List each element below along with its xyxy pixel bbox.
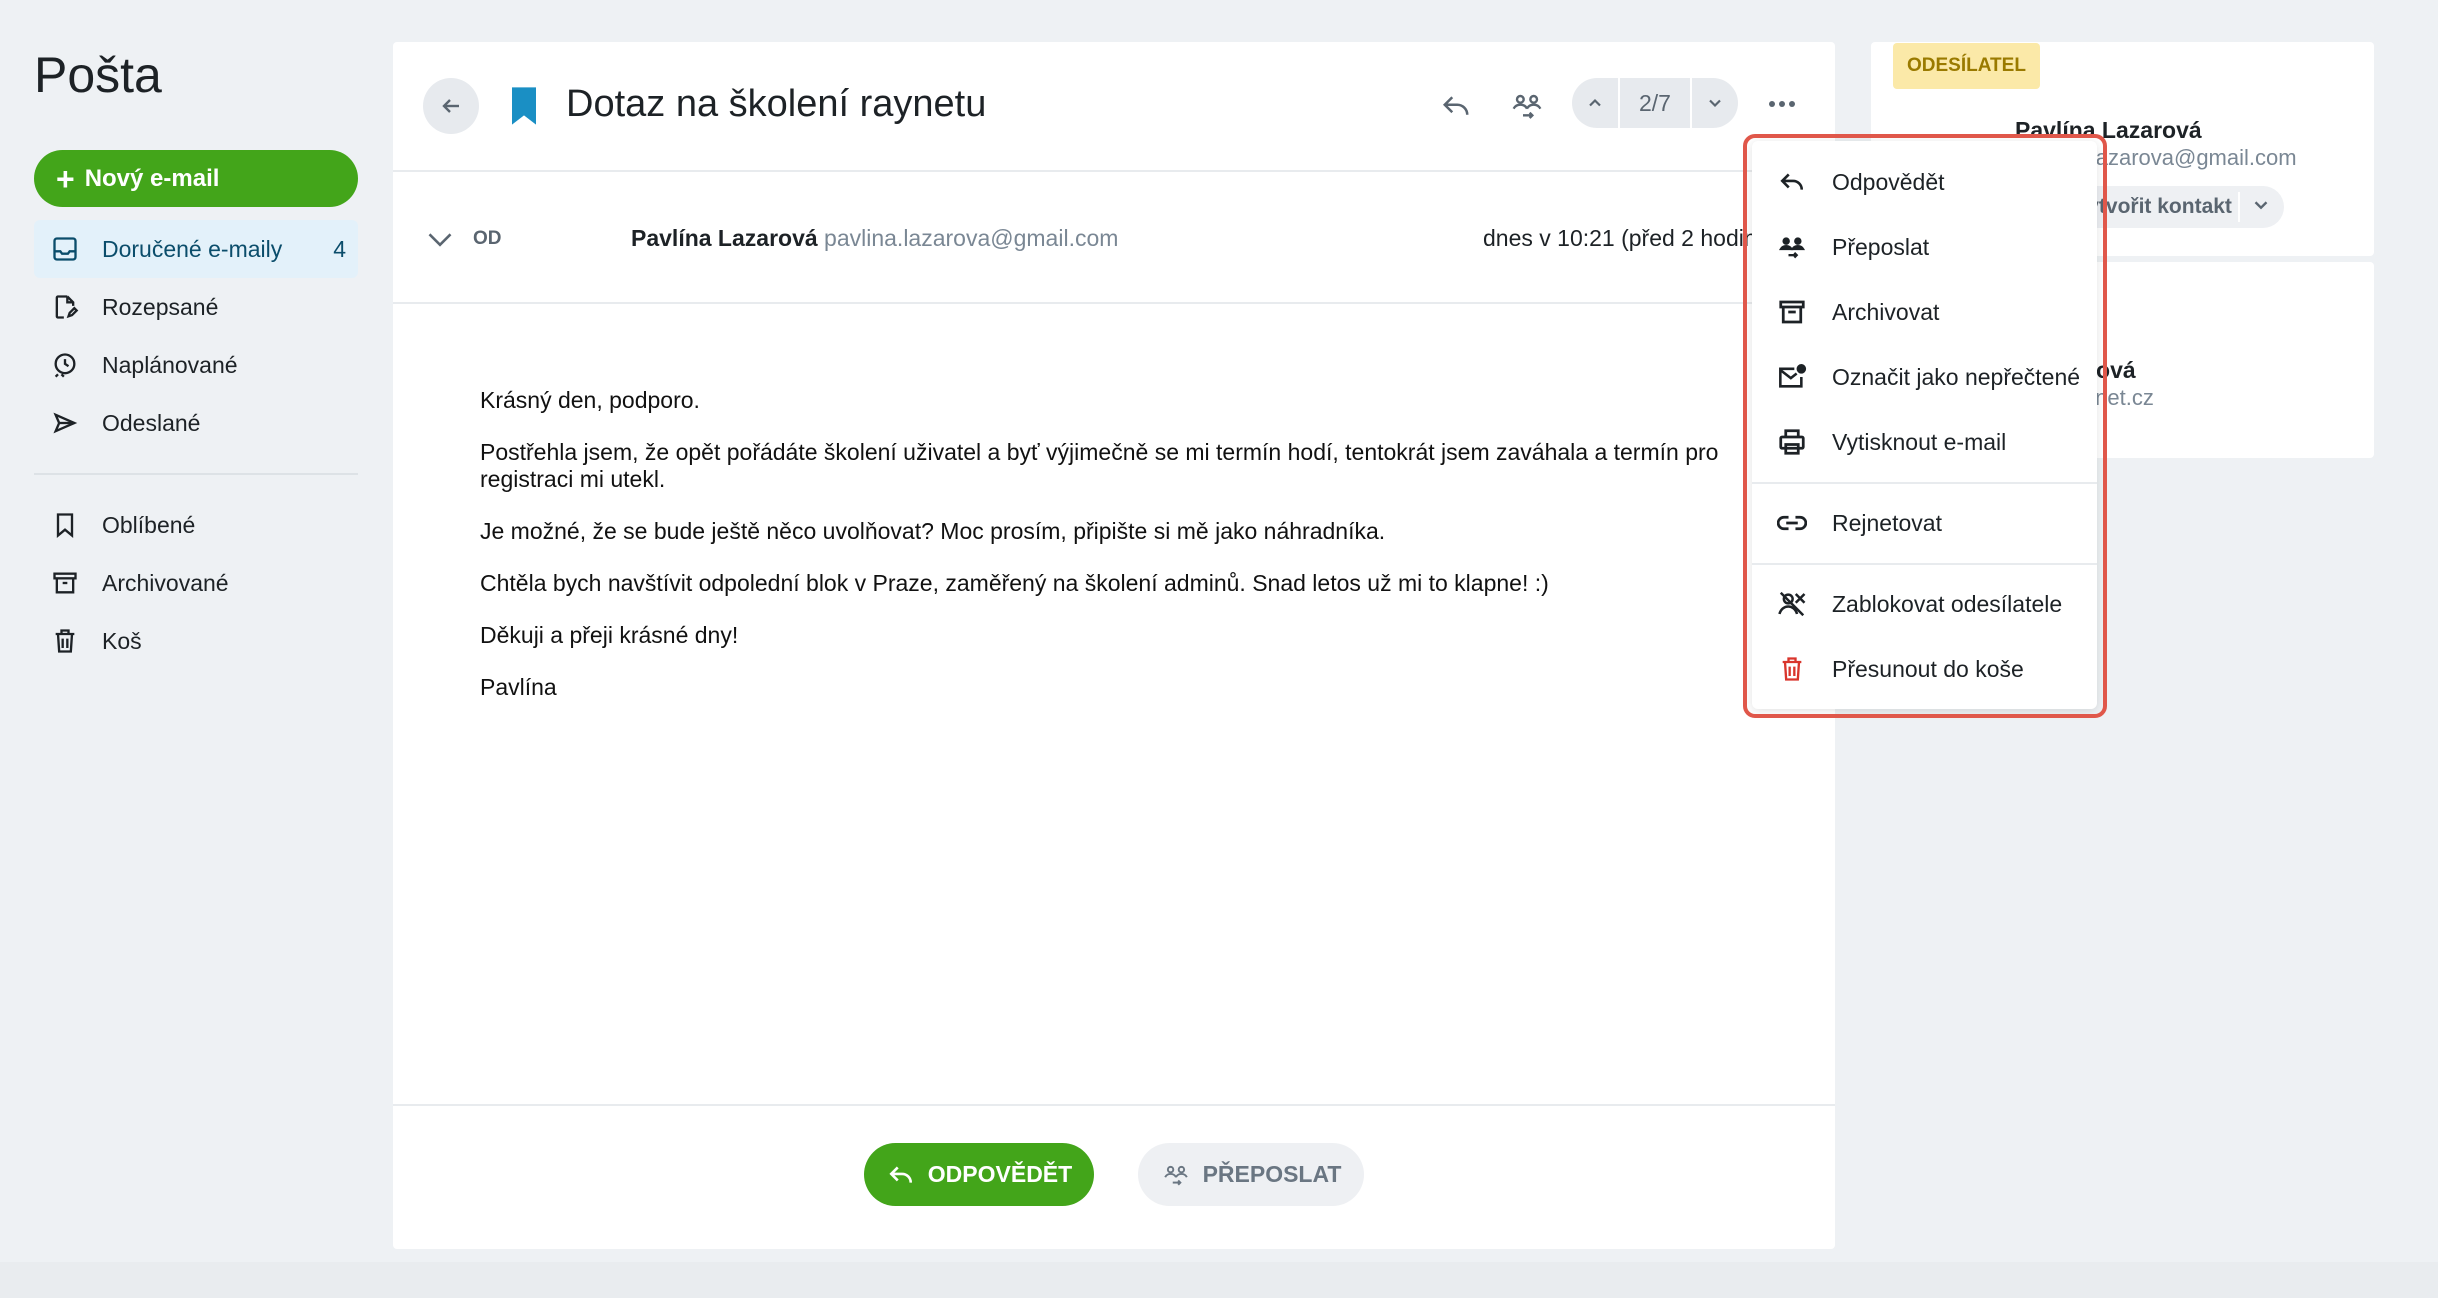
reply-icon	[1774, 164, 1810, 200]
archive-icon	[1774, 294, 1810, 330]
new-email-button[interactable]: + Nový e-mail	[34, 150, 358, 207]
sidebar-item-scheduled[interactable]: Naplánované	[34, 336, 358, 394]
more-options-button[interactable]	[1760, 86, 1804, 122]
mark-unread-icon	[1774, 359, 1810, 395]
menu-item-label: Rejnetovat	[1832, 509, 1942, 536]
new-email-label: Nový e-mail	[84, 164, 220, 192]
menu-item-label: Odpovědět	[1832, 168, 1945, 195]
sidebar-item-label: Rozepsané	[102, 293, 219, 320]
menu-item-label: Zablokovat odesílatele	[1832, 590, 2063, 617]
sender-badge: ODESÍLATEL	[1893, 43, 2040, 89]
menu-divider	[1752, 482, 2097, 484]
email-date: dnes v 10:21 (před 2 hodinami)	[1483, 225, 1753, 251]
sent-icon	[48, 406, 82, 440]
block-sender-icon	[1774, 586, 1810, 622]
email-subject: Dotaz na školení raynetu	[566, 83, 987, 125]
menu-item-mark-unread[interactable]: Označit jako nepřečtené	[1760, 346, 2090, 408]
bottom-strip	[0, 1262, 2438, 1298]
forward-label: PŘEPOSLAT	[1202, 1161, 1342, 1187]
body-paragraph: Je možné, že se bude ještě něco uvolňova…	[480, 518, 1386, 544]
sidebar-item-trash[interactable]: Koš	[34, 612, 358, 670]
menu-item-label: Přesunout do koše	[1832, 655, 2024, 682]
body-paragraph: Děkuji a přeji krásné dny!	[480, 622, 739, 648]
body-paragraph: Postřehla jsem, že opět pořádáte školení…	[480, 439, 1719, 492]
scheduled-icon	[48, 348, 82, 382]
menu-item-label: Archivovat	[1832, 298, 1940, 325]
menu-item-archive[interactable]: Archivovat	[1760, 281, 2090, 343]
draft-icon	[48, 290, 82, 324]
sidebar-item-inbox[interactable]: Doručené e-maily 4	[34, 220, 358, 278]
sidebar-item-label: Naplánované	[102, 351, 238, 378]
email-body: Krásný den, podporo. Postřehla jsem, že …	[480, 387, 1755, 726]
link-icon	[1774, 505, 1810, 541]
sidebar-item-label: Doručené e-maily	[102, 235, 283, 262]
plus-icon: +	[56, 160, 75, 197]
next-email-button[interactable]	[1692, 78, 1738, 128]
chevron-down-icon[interactable]	[2250, 194, 2272, 216]
chevron-up-icon	[1589, 98, 1601, 107]
sender: Pavlína Lazarová pavlina.lazarova@gmail.…	[631, 225, 1118, 252]
header-divider	[393, 170, 1835, 172]
from-label: OD	[473, 228, 502, 249]
menu-item-rejnetovat[interactable]: Rejnetovat	[1760, 492, 2090, 554]
footer-divider	[393, 1104, 1835, 1106]
bookmark-icon[interactable]	[508, 86, 540, 126]
body-paragraph: Krásný den, podporo.	[480, 387, 700, 413]
menu-item-block-sender[interactable]: Zablokovat odesílatele	[1760, 573, 2090, 635]
sender-email[interactable]: pavlina.lazarova@gmail.com	[824, 225, 1118, 251]
forward-group-icon[interactable]	[1505, 84, 1549, 128]
sidebar-divider	[34, 473, 358, 475]
menu-divider	[1752, 563, 2097, 565]
arrow-left-icon	[442, 99, 459, 113]
menu-item-label: Přeposlat	[1832, 233, 1930, 260]
chevron-down-icon	[428, 233, 452, 247]
bookmark-icon	[48, 508, 82, 542]
button-separator	[2238, 192, 2240, 222]
print-icon	[1774, 424, 1810, 460]
trash-icon	[48, 624, 82, 658]
previous-email-button[interactable]	[1572, 78, 1618, 128]
sidebar-item-label: Oblíbené	[102, 511, 196, 538]
forward-icon	[1774, 229, 1810, 265]
body-paragraph: Chtěla bych navštívit odpolední blok v P…	[480, 570, 1549, 596]
app-title: Pošta	[34, 47, 162, 103]
menu-item-label: Označit jako nepřečtené	[1832, 363, 2081, 390]
email-pager: 2/7	[1572, 78, 1738, 128]
forward-button[interactable]: PŘEPOSLAT	[1138, 1143, 1364, 1206]
menu-item-reply[interactable]: Odpovědět	[1760, 151, 2090, 213]
menu-item-move-to-trash[interactable]: Přesunout do koše	[1760, 638, 2090, 700]
reply-icon[interactable]	[1434, 84, 1478, 128]
forward-group-icon	[1163, 1165, 1188, 1185]
sidebar-item-label: Koš	[102, 627, 142, 654]
menu-item-label: Vytisknout e-mail	[1832, 428, 2007, 455]
inbox-icon	[48, 232, 82, 266]
sender-name: Pavlína Lazarová	[631, 225, 818, 251]
pager-position: 2/7	[1618, 78, 1692, 128]
back-button[interactable]	[423, 78, 479, 134]
reply-icon	[889, 1165, 912, 1183]
sidebar-item-label: Odeslané	[102, 409, 201, 436]
reply-label: ODPOVĚDĚT	[927, 1161, 1073, 1187]
chevron-down-icon	[1709, 99, 1721, 108]
body-paragraph: Pavlína	[480, 674, 557, 700]
more-dots-icon	[1769, 101, 1795, 107]
sidebar-item-drafts[interactable]: Rozepsané	[34, 278, 358, 336]
reply-button[interactable]: ODPOVĚDĚT	[864, 1143, 1094, 1206]
sidebar-item-archived[interactable]: Archivované	[34, 554, 358, 612]
archive-icon	[48, 566, 82, 600]
sidebar-item-sent[interactable]: Odeslané	[34, 394, 358, 452]
menu-item-print[interactable]: Vytisknout e-mail	[1760, 411, 2090, 473]
expand-header-button[interactable]	[426, 228, 454, 250]
header-divider	[393, 302, 1835, 304]
menu-item-forward[interactable]: Přeposlat	[1760, 216, 2090, 278]
trash-icon	[1774, 651, 1810, 687]
unread-count-badge: 4	[333, 235, 346, 262]
sidebar-item-favorites[interactable]: Oblíbené	[34, 496, 358, 554]
sidebar-item-label: Archivované	[102, 569, 229, 596]
